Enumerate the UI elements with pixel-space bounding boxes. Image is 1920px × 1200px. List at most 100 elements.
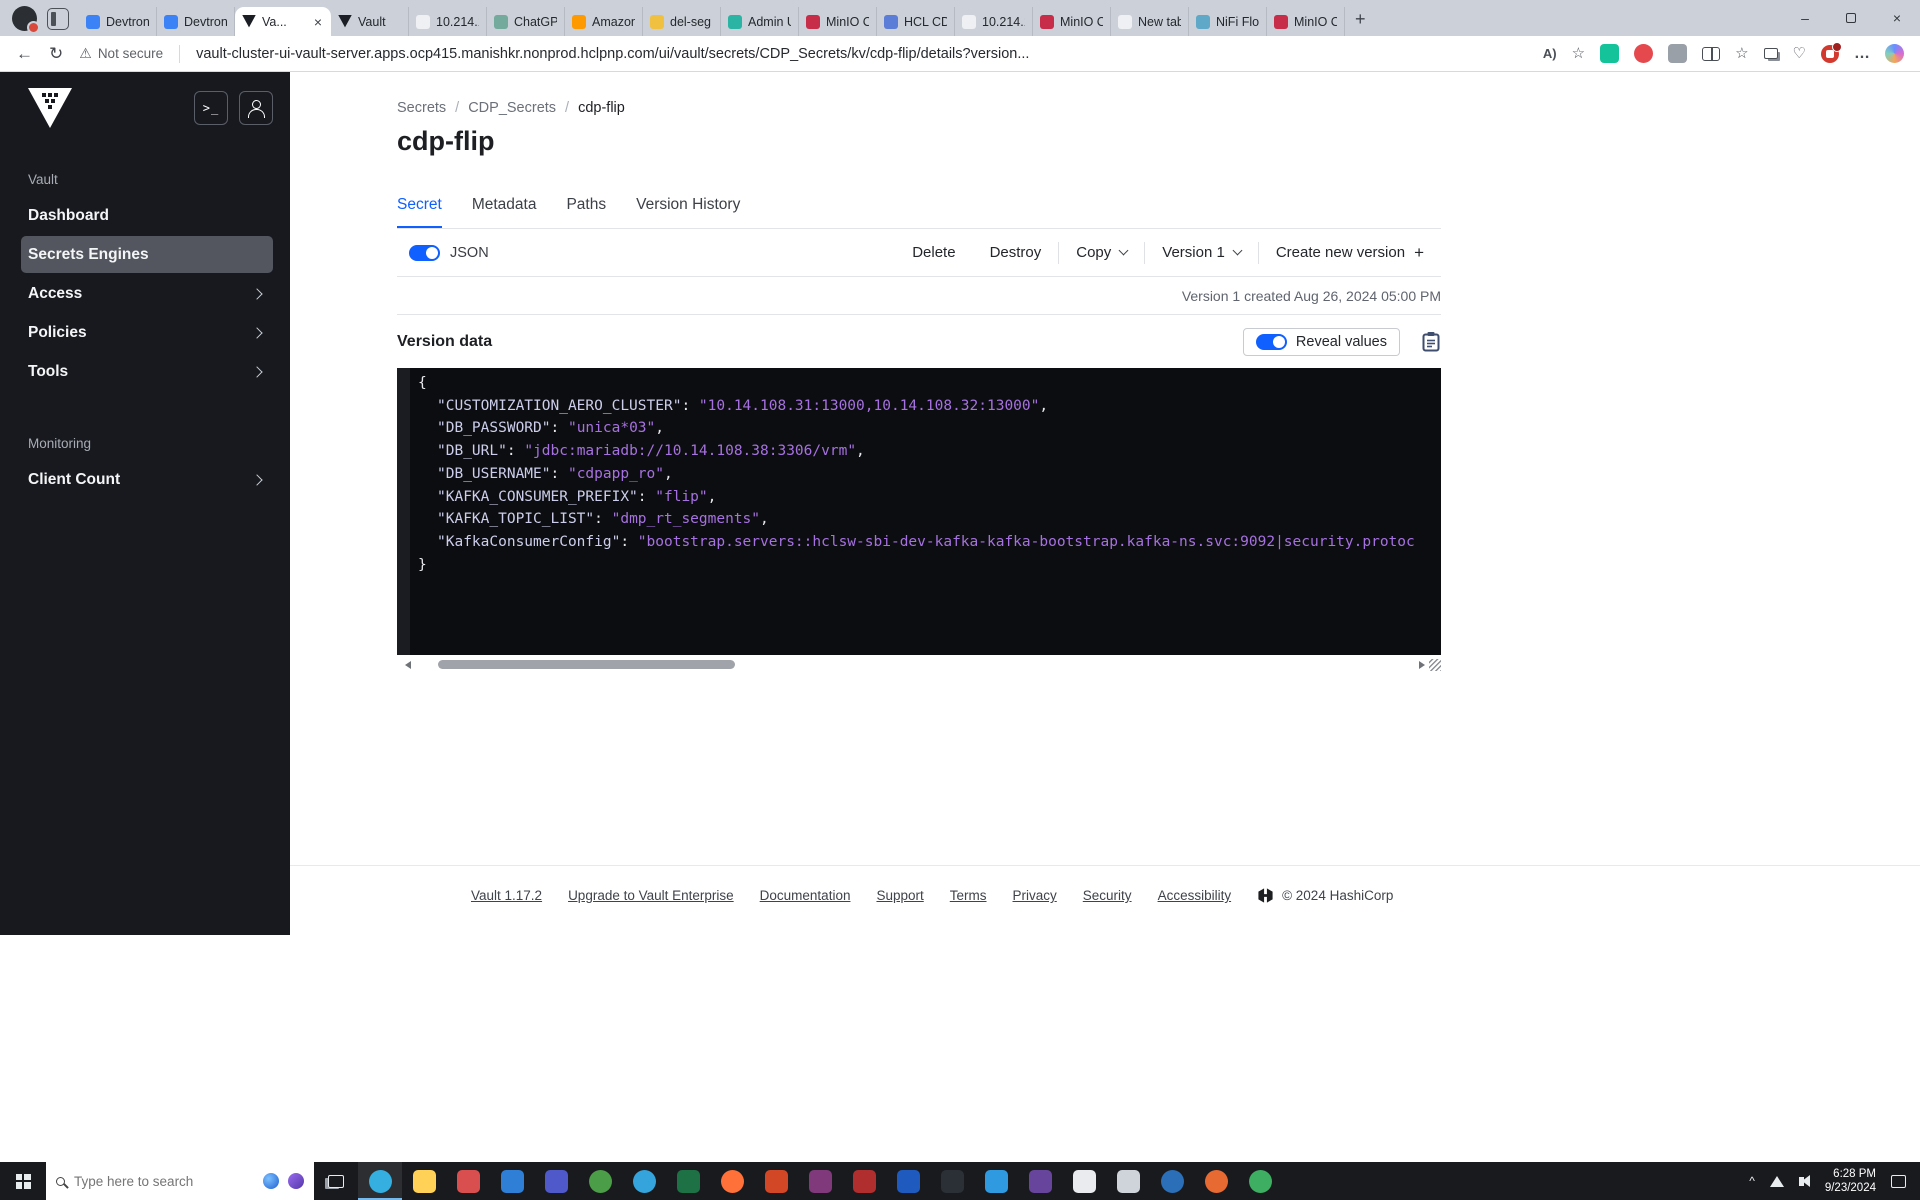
taskbar-app[interactable] <box>930 1162 974 1200</box>
taskbar-app[interactable] <box>1194 1162 1238 1200</box>
resize-grip-icon[interactable] <box>1429 659 1441 671</box>
taskbar-app[interactable] <box>1150 1162 1194 1200</box>
footer-link[interactable]: Terms <box>950 888 987 903</box>
extension-green-icon[interactable] <box>1600 44 1619 63</box>
sidebar-item[interactable]: Tools <box>21 353 273 390</box>
taskbar-app[interactable] <box>578 1162 622 1200</box>
extension-red-icon[interactable] <box>1634 44 1653 63</box>
footer-link[interactable]: Documentation <box>760 888 851 903</box>
action-center-icon[interactable] <box>1891 1175 1906 1188</box>
destroy-button[interactable]: Destroy <box>973 244 1059 261</box>
adblock-icon[interactable] <box>1821 45 1839 63</box>
browser-tab[interactable]: MinIO C <box>799 7 877 36</box>
user-menu-button[interactable] <box>239 91 273 125</box>
sidebar-item[interactable]: Dashboard <box>21 197 273 234</box>
search-input[interactable] <box>74 1174 254 1189</box>
taskbar-app[interactable] <box>974 1162 1018 1200</box>
close-button[interactable]: × <box>1874 0 1920 36</box>
browser-tab[interactable]: Amazon <box>565 7 643 36</box>
sidebar-item[interactable]: Access <box>21 275 273 312</box>
minimize-button[interactable]: – <box>1782 0 1828 36</box>
footer-link[interactable]: Upgrade to Vault Enterprise <box>568 888 734 903</box>
browser-tab[interactable]: Admin U <box>721 7 799 36</box>
taskbar-app[interactable] <box>622 1162 666 1200</box>
browser-tab[interactable]: MinIO C <box>1033 7 1111 36</box>
volume-icon[interactable] <box>1799 1177 1804 1186</box>
footer-link[interactable]: Vault 1.17.2 <box>471 888 542 903</box>
taskbar-app[interactable] <box>1018 1162 1062 1200</box>
taskbar-app[interactable] <box>1238 1162 1282 1200</box>
footer-link[interactable]: Accessibility <box>1158 888 1232 903</box>
taskbar-app[interactable] <box>534 1162 578 1200</box>
scroll-right-icon[interactable] <box>1419 661 1425 669</box>
browser-tab[interactable]: Devtron <box>157 7 235 36</box>
taskbar-app[interactable] <box>358 1162 402 1200</box>
secret-tab[interactable]: Paths <box>566 196 606 228</box>
start-button[interactable] <box>0 1162 46 1200</box>
refresh-icon[interactable]: ↻ <box>49 45 63 62</box>
breadcrumb-cdp-secrets[interactable]: CDP_Secrets <box>468 100 556 116</box>
browser-tab[interactable]: ChatGP <box>487 7 565 36</box>
copilot-icon[interactable] <box>1885 44 1904 63</box>
browser-tab[interactable]: MinIO C <box>1267 7 1345 36</box>
maximize-button[interactable] <box>1828 0 1874 36</box>
reveal-values-toggle[interactable] <box>1256 334 1287 350</box>
copy-values-icon[interactable] <box>1422 331 1441 352</box>
taskbar-app[interactable] <box>886 1162 930 1200</box>
browser-tab[interactable]: NiFi Flo <box>1189 7 1267 36</box>
split-screen-icon[interactable] <box>1702 47 1720 61</box>
footer-link[interactable]: Support <box>876 888 923 903</box>
footer-link[interactable]: Privacy <box>1013 888 1057 903</box>
taskbar-app[interactable] <box>666 1162 710 1200</box>
vertical-tabs-icon[interactable] <box>47 8 69 30</box>
sidebar-item[interactable]: Policies <box>21 314 273 351</box>
sidebar-item[interactable]: Secrets Engines <box>21 236 273 273</box>
taskbar-app[interactable] <box>1062 1162 1106 1200</box>
taskbar-app[interactable] <box>710 1162 754 1200</box>
breadcrumb-secrets[interactable]: Secrets <box>397 100 446 116</box>
browser-tab[interactable]: New tab <box>1111 7 1189 36</box>
delete-button[interactable]: Delete <box>895 244 972 261</box>
site-security-badge[interactable]: ⚠ Not secure <box>79 45 163 62</box>
create-new-version-button[interactable]: Create new version+ <box>1259 244 1441 261</box>
version-dropdown[interactable]: Version 1 <box>1145 244 1258 261</box>
tab-close-icon[interactable]: × <box>312 14 324 30</box>
network-icon[interactable] <box>1770 1176 1784 1187</box>
copy-dropdown[interactable]: Copy <box>1059 244 1144 261</box>
secret-tab[interactable]: Secret <box>397 196 442 228</box>
browser-tab[interactable]: HCL CD <box>877 7 955 36</box>
browser-tab[interactable]: Vault <box>331 7 409 36</box>
browser-profile-avatar[interactable] <box>12 6 37 31</box>
back-icon[interactable]: ← <box>16 45 33 62</box>
settings-menu-icon[interactable]: … <box>1854 45 1870 63</box>
taskbar-clock[interactable]: 6:28 PM 9/23/2024 <box>1825 1167 1876 1195</box>
taskbar-app[interactable] <box>842 1162 886 1200</box>
browser-tab[interactable]: del-seg <box>643 7 721 36</box>
new-tab-button[interactable]: + <box>1355 10 1366 28</box>
reveal-values-control[interactable]: Reveal values <box>1243 328 1400 356</box>
scrollbar-thumb[interactable] <box>438 660 735 669</box>
browser-tab[interactable]: Va... × <box>235 7 331 36</box>
task-view-button[interactable] <box>314 1162 358 1200</box>
secret-tab[interactable]: Version History <box>636 196 740 228</box>
taskbar-app[interactable] <box>402 1162 446 1200</box>
favorite-star-icon[interactable]: ☆ <box>1572 46 1585 61</box>
extensions-puzzle-icon[interactable] <box>1668 44 1687 63</box>
vault-logo[interactable] <box>28 88 72 128</box>
json-toggle[interactable] <box>409 245 440 261</box>
browser-tab[interactable]: Devtron <box>79 7 157 36</box>
secret-tab[interactable]: Metadata <box>472 196 537 228</box>
browser-essentials-icon[interactable]: ♡ <box>1793 46 1806 61</box>
favorites-bar-icon[interactable]: ☆ <box>1735 46 1748 61</box>
hidden-icons-icon[interactable]: ^ <box>1749 1174 1755 1188</box>
taskbar-app[interactable] <box>446 1162 490 1200</box>
read-aloud-icon[interactable]: A) <box>1543 46 1557 61</box>
collections-icon[interactable] <box>1764 48 1778 59</box>
scroll-left-icon[interactable] <box>405 661 411 669</box>
browser-tab[interactable]: 10.214.1 <box>409 7 487 36</box>
browser-tab[interactable]: 10.214.1 <box>955 7 1033 36</box>
taskbar-app[interactable] <box>490 1162 534 1200</box>
footer-link[interactable]: Security <box>1083 888 1132 903</box>
taskbar-search[interactable] <box>46 1162 314 1200</box>
taskbar-app[interactable] <box>754 1162 798 1200</box>
